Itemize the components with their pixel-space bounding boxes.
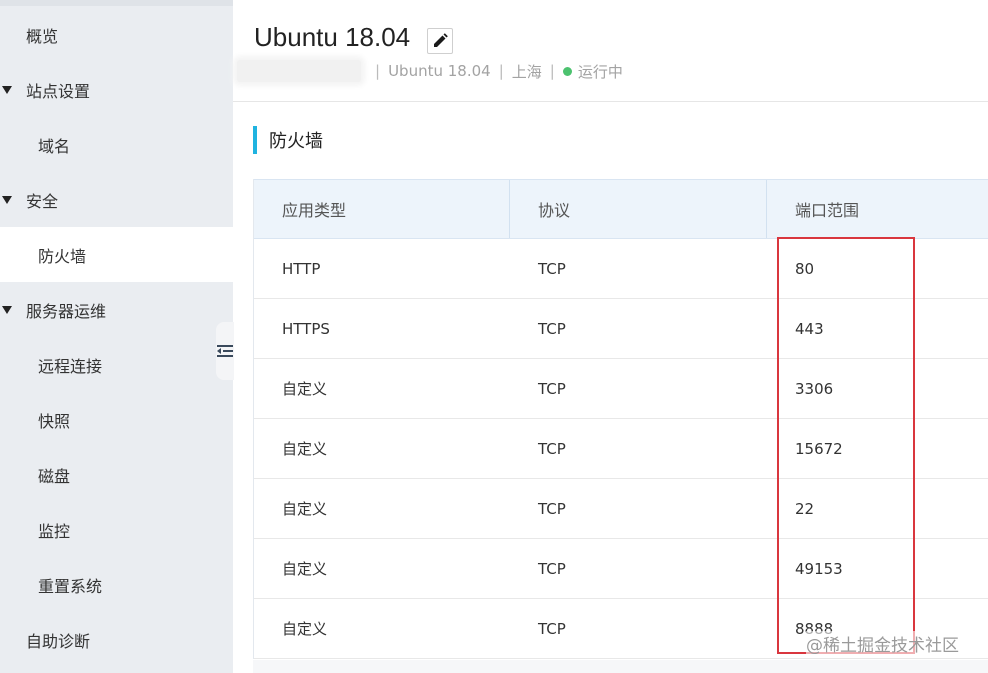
cell-app-type: HTTP [282,259,321,278]
cell-app-type: 自定义 [282,560,328,578]
cell-protocol: TCP [538,439,566,458]
table-row: 自定义 TCP 15672 [254,419,988,479]
sidebar-item[interactable]: 概览 [0,7,233,62]
sidebar-item[interactable]: 磁盘 [0,447,233,502]
table-row: 自定义 TCP 22 [254,479,988,539]
sidebar-item-label: 快照 [38,411,71,431]
status-dot-icon [562,66,572,76]
column-header-protocol: 协议 [510,180,767,238]
cell-app-type: HTTPS [282,319,330,338]
page-header: Ubuntu 18.04 | Ubuntu 18.04 | 上海 | 运行中 [233,0,988,102]
cell-protocol: TCP [538,379,566,398]
table-row: 自定义 TCP 49153 [254,539,988,599]
sidebar-item-label: 自助诊断 [26,631,91,651]
cell-protocol: TCP [538,499,566,518]
column-header-app-type: 应用类型 [254,180,510,238]
section-title-text: 防火墙 [269,131,323,152]
cell-protocol: TCP [538,559,566,578]
cell-protocol: TCP [538,619,566,638]
page-title: Ubuntu 18.04 [254,22,411,52]
meta-separator: | [375,62,381,80]
watermark: @稀土掘金技术社区 [806,631,959,656]
table-row: HTTPS TCP 443 [254,299,988,359]
sidebar-item[interactable]: 监控 [0,502,233,557]
cell-port-range: 22 [795,499,815,518]
sidebar: 概览站点设置域名安全防火墙服务器运维远程连接快照磁盘监控重置系统自助诊断 [0,0,234,673]
sidebar-item[interactable]: 重置系统 [0,557,233,612]
meta-os: Ubuntu 18.04 [388,62,491,80]
sidebar-collapse-button[interactable] [216,322,234,380]
cell-app-type: 自定义 [282,440,328,458]
meta-separator: | [549,62,555,80]
sidebar-item-label: 磁盘 [38,466,71,486]
cell-app-type: 自定义 [282,380,328,398]
sidebar-item[interactable]: 快照 [0,392,233,447]
pencil-icon [434,33,448,47]
sidebar-item[interactable]: 防火墙 [0,227,233,282]
table-footer-strip [253,660,988,673]
caret-down-icon [2,195,12,204]
sidebar-item-label: 站点设置 [26,81,91,101]
meta-region: 上海 [511,62,542,81]
cell-port-range: 49153 [795,559,843,578]
cell-port-range: 3306 [795,379,834,398]
cell-app-type: 自定义 [282,620,328,638]
sidebar-top-strip [0,0,233,6]
cell-port-range: 443 [795,319,824,338]
sidebar-item[interactable]: 服务器运维 [0,282,233,337]
cell-app-type: 自定义 [282,500,328,518]
cell-protocol: TCP [538,319,566,338]
sidebar-item-label: 防火墙 [38,246,87,266]
table-row: 自定义 TCP 3306 [254,359,988,419]
table-body: HTTP TCP 80 HTTPS TCP 443 自定义 TCP 3306 自定义 TCP 1567… [254,239,988,659]
column-header-port-range: 端口范围 [795,201,860,220]
sidebar-item-label: 服务器运维 [26,301,107,321]
outdent-icon [217,345,233,357]
caret-down-icon [2,85,12,94]
section-accent-bar [253,126,257,154]
sidebar-item[interactable]: 自助诊断 [0,612,233,667]
cell-protocol: TCP [538,259,566,278]
sidebar-item-label: 域名 [38,136,71,156]
sidebar-item-label: 重置系统 [38,576,103,596]
table-header: 应用类型 协议 端口范围 [254,179,988,239]
redacted-instance-name [237,60,361,82]
section-title: 防火墙 [253,126,323,154]
sidebar-item[interactable]: 安全 [0,172,233,227]
cell-port-range: 80 [795,259,815,278]
sidebar-item[interactable]: 远程连接 [0,337,233,392]
instance-meta: | Ubuntu 18.04 | 上海 | 运行中 [237,60,623,82]
status-badge: 运行中 [577,62,623,81]
meta-separator: | [498,62,504,80]
table-row: HTTP TCP 80 [254,239,988,299]
firewall-table: 应用类型 协议 端口范围 HTTP TCP 80 HTTPS TCP 443 自定义 TCP 3… [253,179,988,659]
caret-down-icon [2,305,12,314]
edit-title-button[interactable] [427,28,453,54]
sidebar-item-label: 监控 [38,521,71,541]
sidebar-item[interactable]: 域名 [0,117,233,172]
sidebar-item-label: 远程连接 [38,356,103,376]
cell-port-range: 15672 [795,439,843,458]
sidebar-item-label: 安全 [26,191,59,211]
sidebar-item[interactable]: 站点设置 [0,62,233,117]
sidebar-item-label: 概览 [26,26,59,46]
